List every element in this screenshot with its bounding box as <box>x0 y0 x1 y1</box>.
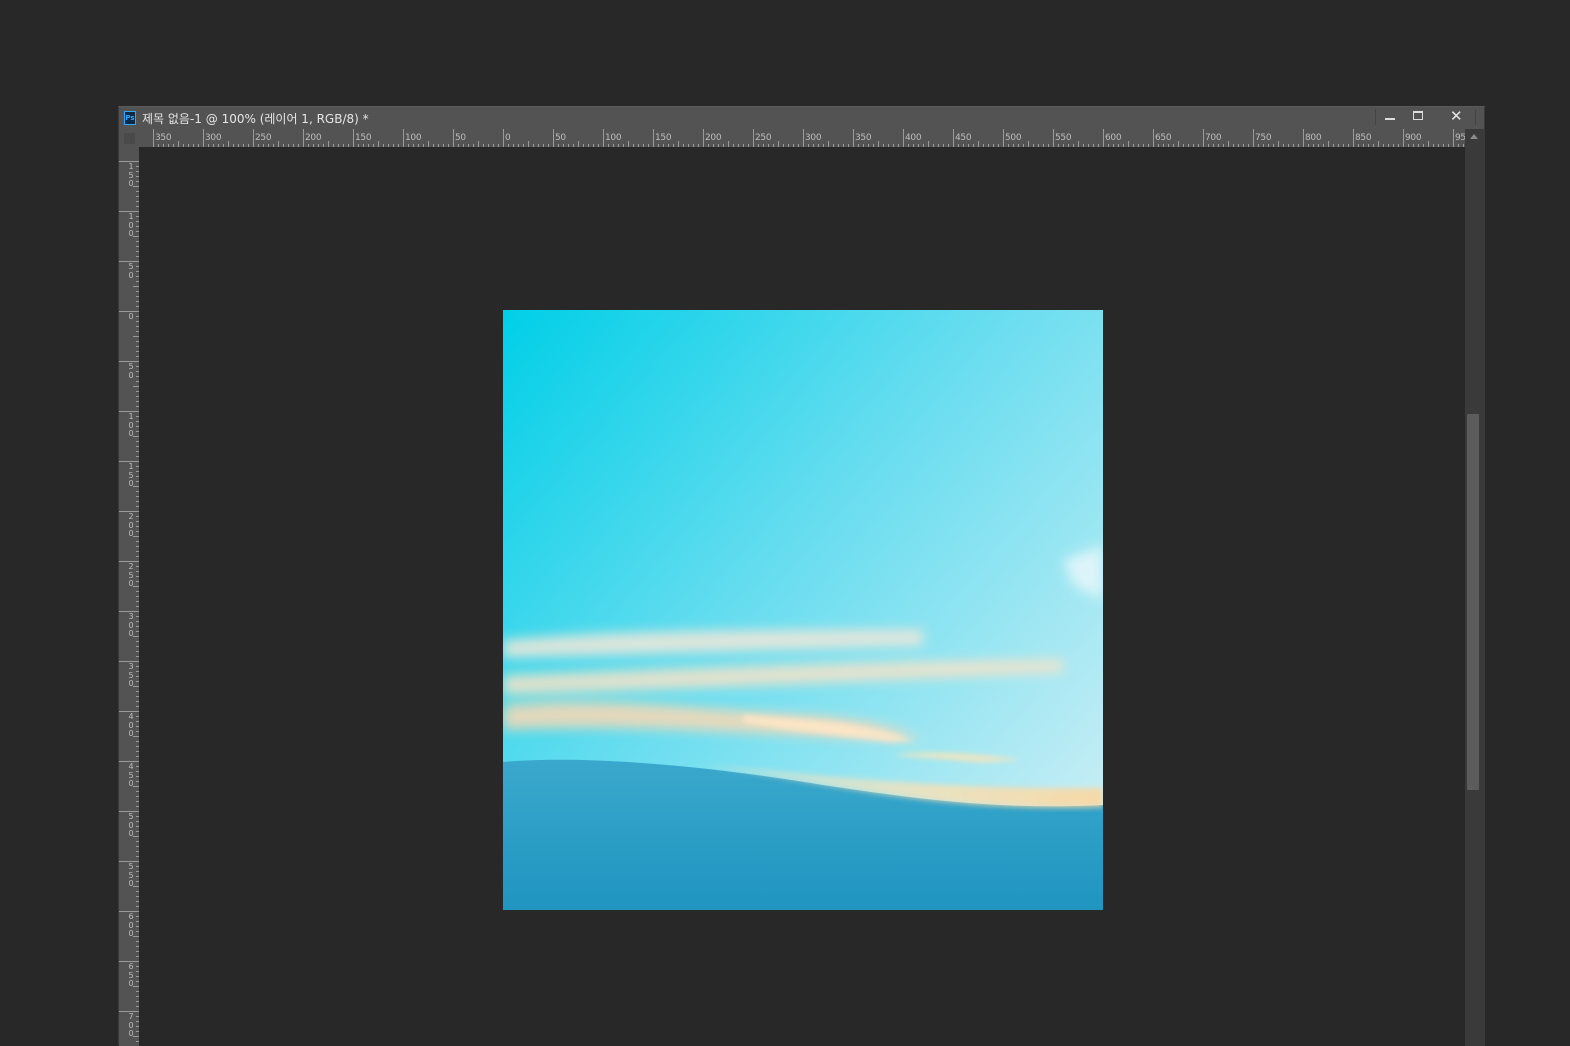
scrollbar-thumb[interactable] <box>1467 414 1479 790</box>
ruler-major-tick <box>653 129 654 147</box>
ruler-label: 950 <box>1455 133 1465 143</box>
ruler-label: 0 <box>128 312 134 321</box>
ruler-label: 550 <box>1055 133 1072 143</box>
ruler-label: 300 <box>128 612 134 638</box>
ruler-label: 50 <box>128 262 134 280</box>
ruler-major-tick <box>1353 129 1354 147</box>
ruler-label: 150 <box>655 133 672 143</box>
ruler-major-tick <box>1053 129 1054 147</box>
ruler-label: 650 <box>128 962 134 988</box>
ruler-major-tick <box>453 129 454 147</box>
ruler-major-tick <box>1303 129 1304 147</box>
ruler-label: 400 <box>128 712 134 738</box>
horizontal-ruler[interactable]: 350 300 250 200 150 100 50 0 50 100 150 200 250 300 35… <box>139 129 1465 147</box>
ruler-label: 200 <box>705 133 722 143</box>
vertical-ruler[interactable]: 1501005005010015020025030035040045050055… <box>119 147 139 1046</box>
ruler-label: 100 <box>405 133 422 143</box>
ruler-label: 500 <box>1005 133 1022 143</box>
maximize-icon <box>1413 111 1423 120</box>
vertical-scrollbar[interactable] <box>1465 129 1485 1046</box>
ruler-label: 250 <box>255 133 272 143</box>
scroll-up-arrow-icon[interactable] <box>1470 134 1478 139</box>
ruler-label: 400 <box>905 133 922 143</box>
ruler-label: 50 <box>555 133 566 143</box>
ruler-label: 750 <box>1255 133 1272 143</box>
ruler-major-tick <box>503 129 504 147</box>
ruler-label: 50 <box>128 362 134 380</box>
ruler-major-tick <box>603 129 604 147</box>
ruler-major-tick <box>253 129 254 147</box>
ruler-label: 250 <box>755 133 772 143</box>
ruler-label: 100 <box>128 412 134 438</box>
ruler-major-tick <box>1453 129 1454 147</box>
ruler-label: 900 <box>1405 133 1422 143</box>
ruler-origin-corner[interactable] <box>119 129 139 147</box>
ruler-label: 350 <box>155 133 172 143</box>
ruler-major-tick <box>353 129 354 147</box>
ruler-label: 200 <box>128 512 134 538</box>
document-title: 제목 없음-1 @ 100% (레이어 1, RGB/8) * <box>142 112 369 126</box>
ruler-label: 300 <box>205 133 222 143</box>
ruler-major-tick <box>953 129 954 147</box>
ruler-major-tick <box>903 129 904 147</box>
ruler-label: 300 <box>805 133 822 143</box>
ruler-label: 150 <box>128 162 134 188</box>
ruler-major-tick <box>303 129 304 147</box>
ruler-major-tick <box>1203 129 1204 147</box>
ruler-label: 600 <box>1105 133 1122 143</box>
close-button[interactable]: ✕ <box>1441 107 1471 127</box>
ruler-label: 550 <box>128 862 134 888</box>
ruler-label: 350 <box>128 662 134 688</box>
document-canvas-image[interactable] <box>503 310 1103 910</box>
ruler-major-tick <box>153 129 154 147</box>
ruler-major-tick <box>203 129 204 147</box>
ruler-major-tick <box>803 129 804 147</box>
ruler-major-tick <box>1153 129 1154 147</box>
close-icon: ✕ <box>1450 107 1463 125</box>
ruler-label: 100 <box>128 212 134 238</box>
ruler-major-tick <box>403 129 404 147</box>
ruler-label: 450 <box>128 762 134 788</box>
ruler-label: 0 <box>505 133 511 143</box>
maximize-button[interactable] <box>1405 107 1431 127</box>
ruler-label: 800 <box>1305 133 1322 143</box>
ruler-major-tick <box>553 129 554 147</box>
canvas-area[interactable] <box>139 147 1465 1046</box>
ruler-major-tick <box>853 129 854 147</box>
sky-image <box>503 310 1103 910</box>
ruler-label: 700 <box>128 1012 134 1038</box>
ruler-label: 250 <box>128 562 134 588</box>
ruler-label: 50 <box>455 133 466 143</box>
ruler-major-tick <box>1003 129 1004 147</box>
document-window: Ps 제목 없음-1 @ 100% (레이어 1, RGB/8) * ✕ 350… <box>118 106 1485 1046</box>
ruler-origin-icon <box>124 133 135 144</box>
ruler-major-tick <box>1103 129 1104 147</box>
ruler-label: 150 <box>128 462 134 488</box>
document-title-bar[interactable]: Ps 제목 없음-1 @ 100% (레이어 1, RGB/8) * ✕ <box>119 107 1484 129</box>
minimize-icon <box>1385 118 1395 120</box>
ruler-label: 100 <box>605 133 622 143</box>
title-separator <box>1375 109 1376 125</box>
title-separator <box>1475 109 1476 125</box>
photoshop-app-icon: Ps <box>124 111 136 125</box>
ruler-major-tick <box>703 129 704 147</box>
ruler-label: 700 <box>1205 133 1222 143</box>
ruler-label: 350 <box>855 133 872 143</box>
ruler-label: 850 <box>1355 133 1372 143</box>
ruler-label: 500 <box>128 812 134 838</box>
ruler-label: 450 <box>955 133 972 143</box>
ruler-label: 150 <box>355 133 372 143</box>
ruler-label: 600 <box>128 912 134 938</box>
ruler-label: 200 <box>305 133 322 143</box>
ruler-label: 650 <box>1155 133 1172 143</box>
ruler-major-tick <box>1403 129 1404 147</box>
ruler-major-tick <box>1253 129 1254 147</box>
minimize-button[interactable] <box>1377 107 1403 127</box>
ruler-major-tick <box>753 129 754 147</box>
